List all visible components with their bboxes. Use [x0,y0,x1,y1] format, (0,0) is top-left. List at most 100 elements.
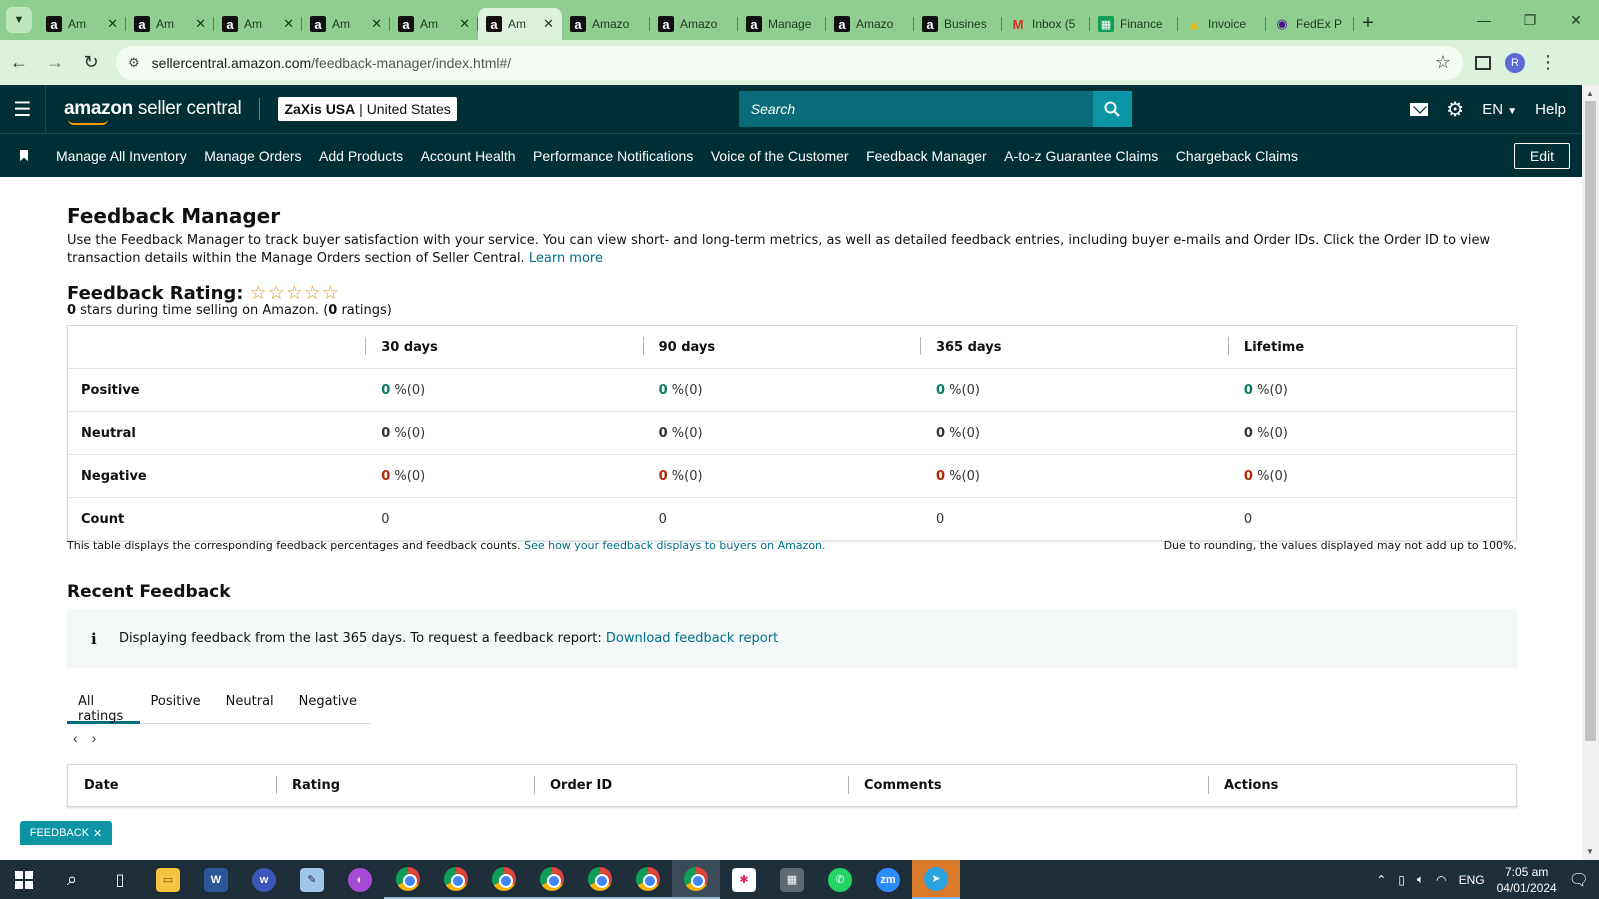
hamburger-menu-icon[interactable]: ☰ [0,85,46,133]
rating-tab[interactable]: All ratings [67,684,140,724]
help-link[interactable]: Help [1535,101,1566,118]
rating-tab[interactable]: Positive [140,684,215,724]
chrome-icon-active[interactable] [672,860,720,899]
close-tab-icon[interactable]: ✕ [543,16,554,32]
scroll-up-icon[interactable]: ▲ [1586,89,1594,98]
profile-avatar[interactable]: R [1505,52,1525,73]
browser-tab[interactable]: a Manage [738,8,826,40]
nav-link[interactable]: Performance Notifications [533,148,693,164]
browser-tab[interactable]: ▦ Finance [1090,8,1178,40]
browser-menu-icon[interactable]: ⋮ [1539,52,1557,73]
browser-tab[interactable]: ◉ FedEx P [1266,8,1354,40]
browser-tab[interactable]: a Amazo [826,8,914,40]
app-icon-blue[interactable]: w [240,860,288,899]
learn-more-link[interactable]: Learn more [529,251,603,266]
file-explorer-icon[interactable]: ▭ [144,860,192,899]
slack-icon[interactable]: ✱ [720,860,768,899]
nav-link[interactable]: Voice of the Customer [711,148,849,164]
back-icon[interactable]: ← [2,46,36,80]
word-icon[interactable]: W [192,860,240,899]
new-tab-icon[interactable]: + [1354,9,1382,37]
zoom-icon[interactable]: zm [864,860,912,899]
volume-icon[interactable]: 🔈︎ [1417,872,1424,887]
chrome-icon-1[interactable] [384,860,432,899]
search-input[interactable] [738,91,1093,127]
nav-link[interactable]: Manage All Inventory [56,148,187,164]
telegram-icon[interactable]: ➤ [912,860,960,899]
browser-tab[interactable]: a Am ✕ [390,8,478,40]
calculator-icon[interactable]: ▦ [768,860,816,899]
nav-link[interactable]: Account Health [421,148,516,164]
browser-tab[interactable]: a Am ✕ [126,8,214,40]
browser-tab[interactable]: a Am ✕ [302,8,390,40]
bookmark-star-icon[interactable]: ☆ [1435,52,1451,73]
browser-tab[interactable]: a Am ✕ [214,8,302,40]
rating-tab[interactable]: Neutral [215,684,288,724]
chrome-icon-3[interactable] [480,860,528,899]
wifi-icon[interactable]: ◠ [1436,873,1446,887]
settings-gear-icon[interactable]: ⚙ [1446,97,1464,122]
close-tab-icon[interactable]: ✕ [283,16,294,32]
chrome-icon-4[interactable] [528,860,576,899]
browser-tab[interactable]: M Inbox (5 [1002,8,1090,40]
nav-link[interactable]: Feedback Manager [866,148,987,164]
chevron-left-icon[interactable]: ‹ [73,730,78,746]
feedback-display-link[interactable]: See how your feedback displays to buyers… [524,539,825,552]
page-scrollbar[interactable]: ▲ ▼ [1582,85,1599,860]
browser-tab[interactable]: a Am ✕ [478,8,562,40]
url-text[interactable]: sellercentral.amazon.com/feedback-manage… [152,55,1435,71]
nav-link[interactable]: A-to-z Guarantee Claims [1004,148,1158,164]
task-view-icon[interactable]: ▯ [96,860,144,899]
input-language[interactable]: ENG [1459,873,1485,887]
browser-tab[interactable]: a Busines [914,8,1002,40]
browser-tab[interactable]: a Amazo [562,8,650,40]
language-selector[interactable]: EN ▼ [1482,101,1517,118]
chevron-right-icon[interactable]: › [92,730,97,746]
scrollbar-thumb[interactable] [1585,101,1596,741]
close-badge-icon[interactable]: ✕ [93,827,102,840]
close-tab-icon[interactable]: ✕ [107,16,118,32]
scroll-down-icon[interactable]: ▼ [1586,847,1594,856]
feedback-badge-button[interactable]: FEEDBACK ✕ [20,821,112,845]
download-feedback-report-link[interactable]: Download feedback report [606,631,778,646]
nav-link[interactable]: Add Products [319,148,403,164]
address-bar[interactable]: ⚙ sellercentral.amazon.com/feedback-mana… [116,45,1463,80]
minimize-icon[interactable]: — [1461,0,1507,40]
chrome-icon-6[interactable] [624,860,672,899]
notifications-icon[interactable]: 🗨︎ [1569,870,1589,890]
browser-tab[interactable]: a Amazo [650,8,738,40]
chrome-icon-5[interactable] [576,860,624,899]
amazon-seller-central-logo[interactable]: amazon seller central [64,98,242,125]
notepad-icon[interactable]: ✎ [288,860,336,899]
edit-nav-button[interactable]: Edit [1513,142,1570,169]
tab-search-icon[interactable]: ▼ [6,7,32,33]
whatsapp-icon[interactable]: ✆ [816,860,864,899]
chrome-icon-2[interactable] [432,860,480,899]
tray-chevron-up-icon[interactable]: ⌃ [1376,873,1386,887]
forward-icon[interactable]: → [38,46,72,80]
mail-icon[interactable] [1410,102,1429,116]
clock[interactable]: 7:05 am 04/01/2024 [1497,864,1557,896]
close-tab-icon[interactable]: ✕ [459,16,470,32]
search-button[interactable] [1092,91,1132,127]
reload-icon[interactable]: ↻ [74,46,108,80]
side-panel-icon[interactable] [1475,55,1491,70]
rating-tab[interactable]: Negative [288,684,371,724]
close-tab-icon[interactable]: ✕ [195,16,206,32]
bookmark-icon[interactable] [20,150,28,161]
browser-tab[interactable]: a Am ✕ [38,8,126,40]
windows-start-icon[interactable] [0,860,48,899]
close-tab-icon[interactable]: ✕ [371,16,382,32]
messenger-icon[interactable]: ◐ [336,860,384,899]
nav-link[interactable]: Manage Orders [204,148,301,164]
account-switcher[interactable]: ZaXis USA | United States [278,97,457,121]
browser-tab[interactable]: ▲ Invoice [1178,8,1266,40]
restore-icon[interactable]: ❐ [1507,0,1553,40]
battery-icon[interactable]: ▯ [1398,873,1405,887]
nav-link[interactable]: Chargeback Claims [1176,148,1298,164]
site-info-icon[interactable]: ⚙ [128,55,140,71]
info-icon: i [91,629,97,648]
close-window-icon[interactable]: ✕ [1553,0,1599,40]
taskbar-search-icon[interactable]: ⌕ [48,860,96,899]
amazon-favicon-icon: a [570,16,586,32]
